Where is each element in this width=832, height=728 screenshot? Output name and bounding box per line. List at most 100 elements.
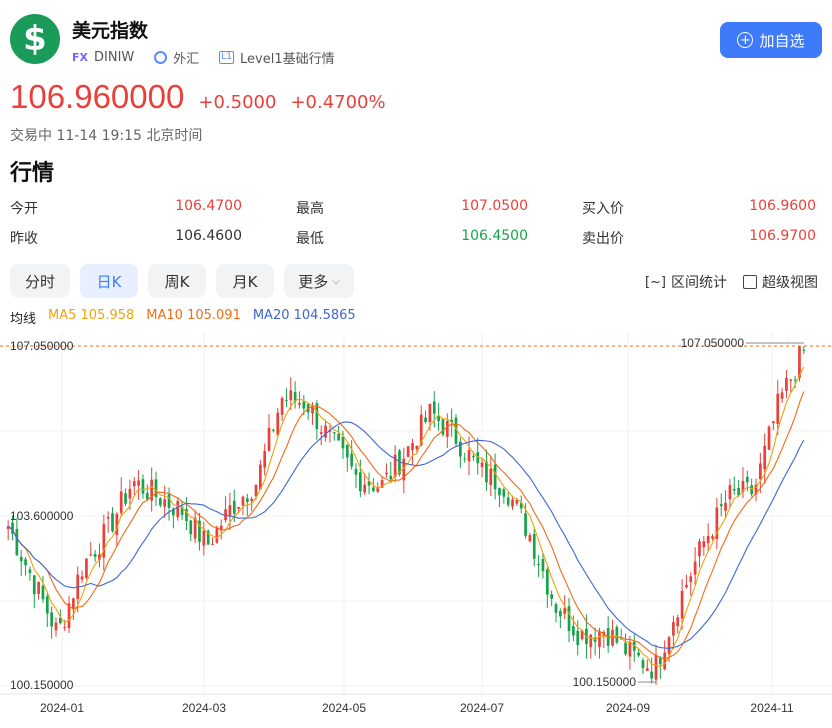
- tab-weekly-k[interactable]: 周K: [148, 264, 206, 298]
- range-stats-button[interactable]: [~] 区间统计: [645, 272, 727, 292]
- candle-body: [24, 559, 27, 566]
- fx-tag: FX: [72, 51, 88, 64]
- x-tick-label: 2024-05: [322, 701, 366, 715]
- candle-body: [159, 498, 162, 506]
- candle-body: [780, 392, 784, 399]
- candle-body: [128, 488, 132, 499]
- candle-body: [685, 584, 688, 588]
- candle-body: [663, 652, 667, 670]
- candle-body: [485, 461, 488, 483]
- bid-value: 106.9600: [749, 198, 816, 214]
- candlestick-chart[interactable]: 107.050000 103.600000 100.150000 107.050000…: [0, 332, 832, 728]
- candle-body: [406, 446, 410, 457]
- dollar-logo: $: [10, 14, 60, 64]
- candle-body: [54, 622, 58, 631]
- ma5-value: MA5 105.958: [48, 308, 135, 323]
- candle-body: [511, 499, 514, 507]
- candle-body: [628, 642, 632, 657]
- candle-body: [93, 554, 97, 557]
- chevron-down-icon: ⌵: [332, 275, 340, 287]
- x-tick-label: 2024-03: [182, 701, 226, 715]
- candle-body: [498, 488, 501, 496]
- candle-body: [232, 500, 236, 514]
- candle-body: [637, 652, 640, 656]
- candle-body: [319, 432, 323, 434]
- high-label: 最高: [296, 201, 324, 217]
- ma-legend: 均线 MA5 105.958 MA10 105.091 MA20 104.586…: [10, 308, 356, 327]
- candle-body: [276, 412, 280, 435]
- candle-body: [289, 390, 293, 401]
- super-view-button[interactable]: 超级视图: [743, 272, 818, 292]
- candle-body: [80, 576, 84, 580]
- prev-close-value: 106.4600: [175, 228, 242, 244]
- market-label: 外汇: [173, 52, 200, 67]
- tab-more[interactable]: 更多 ⌵: [284, 264, 354, 298]
- candle-body: [641, 660, 645, 669]
- candle-body: [89, 554, 93, 556]
- candle-body: [237, 507, 240, 509]
- tab-intraday[interactable]: 分时: [10, 264, 70, 298]
- candle-body: [280, 397, 284, 415]
- candle-body: [432, 401, 436, 414]
- candle-body: [567, 606, 571, 632]
- candle-body: [645, 668, 649, 671]
- candle-body: [50, 612, 53, 627]
- range-bracket-icon: [~]: [644, 274, 666, 290]
- candle-body: [532, 533, 536, 559]
- chart-tools: [~] 区间统计 超级视图: [645, 272, 818, 292]
- candle-body: [141, 479, 145, 494]
- ma10-value: MA10 105.091: [146, 308, 241, 323]
- candle-body: [137, 480, 140, 486]
- candle-body: [337, 434, 340, 441]
- candle-body: [45, 596, 49, 614]
- ask-label: 卖出价: [582, 231, 624, 247]
- price-row: 106.960000 +0.5000 +0.4700%: [10, 78, 386, 116]
- plus-circle-icon: +: [737, 32, 754, 48]
- candle-body: [559, 611, 562, 617]
- candle-body: [702, 541, 706, 548]
- candle-body: [541, 559, 545, 572]
- candle-body: [493, 464, 497, 490]
- candle-body: [363, 484, 367, 493]
- candle-body: [254, 484, 258, 497]
- candle-body: [189, 520, 193, 535]
- level1-icon: L1: [219, 51, 235, 64]
- tab-daily-k[interactable]: 日K: [80, 264, 138, 298]
- globe-icon: [154, 51, 168, 64]
- candle-body: [345, 445, 349, 458]
- candle-body: [724, 502, 727, 511]
- quote-grid: 今开 106.4700 最高 107.0500 买入价 106.9600 昨收 …: [10, 198, 816, 258]
- price-change: +0.5000: [198, 92, 277, 113]
- candle-body: [163, 499, 167, 507]
- expand-icon: [743, 275, 757, 289]
- x-tick-label: 2024-11: [750, 701, 793, 715]
- candle-body: [659, 658, 662, 665]
- ma5-line: [7, 366, 805, 668]
- ma10-line: [7, 391, 805, 660]
- ask-value: 106.9700: [749, 228, 816, 244]
- candle-body: [545, 569, 549, 595]
- candle-body: [167, 494, 171, 508]
- low-label: 最低: [296, 231, 324, 247]
- header: $ 美元指数 FX DINIW 外汇 L1 Level1基础行情 + 加自选: [10, 14, 822, 74]
- candle-body: [759, 463, 762, 480]
- candle-body: [789, 379, 793, 381]
- super-view-label: 超级视图: [762, 275, 818, 291]
- candle-body: [359, 472, 362, 492]
- candle-body: [111, 513, 114, 532]
- candle-body: [489, 468, 493, 485]
- tab-monthly-k[interactable]: 月K: [216, 264, 274, 298]
- high-marker-label: 107.050000: [681, 336, 745, 350]
- candle-body: [745, 476, 749, 483]
- add-watchlist-button[interactable]: + 加自选: [720, 22, 822, 58]
- candle-body: [654, 654, 658, 680]
- candle-body: [480, 462, 484, 467]
- candle-body: [793, 379, 797, 381]
- candle-body: [28, 569, 32, 574]
- candle-body: [785, 378, 788, 391]
- candle-body: [441, 418, 445, 435]
- candle-body: [711, 536, 714, 539]
- candle-body: [228, 505, 232, 516]
- period-tabs: 分时 日K 周K 月K 更多 ⌵: [10, 264, 354, 298]
- candle-body: [763, 445, 767, 470]
